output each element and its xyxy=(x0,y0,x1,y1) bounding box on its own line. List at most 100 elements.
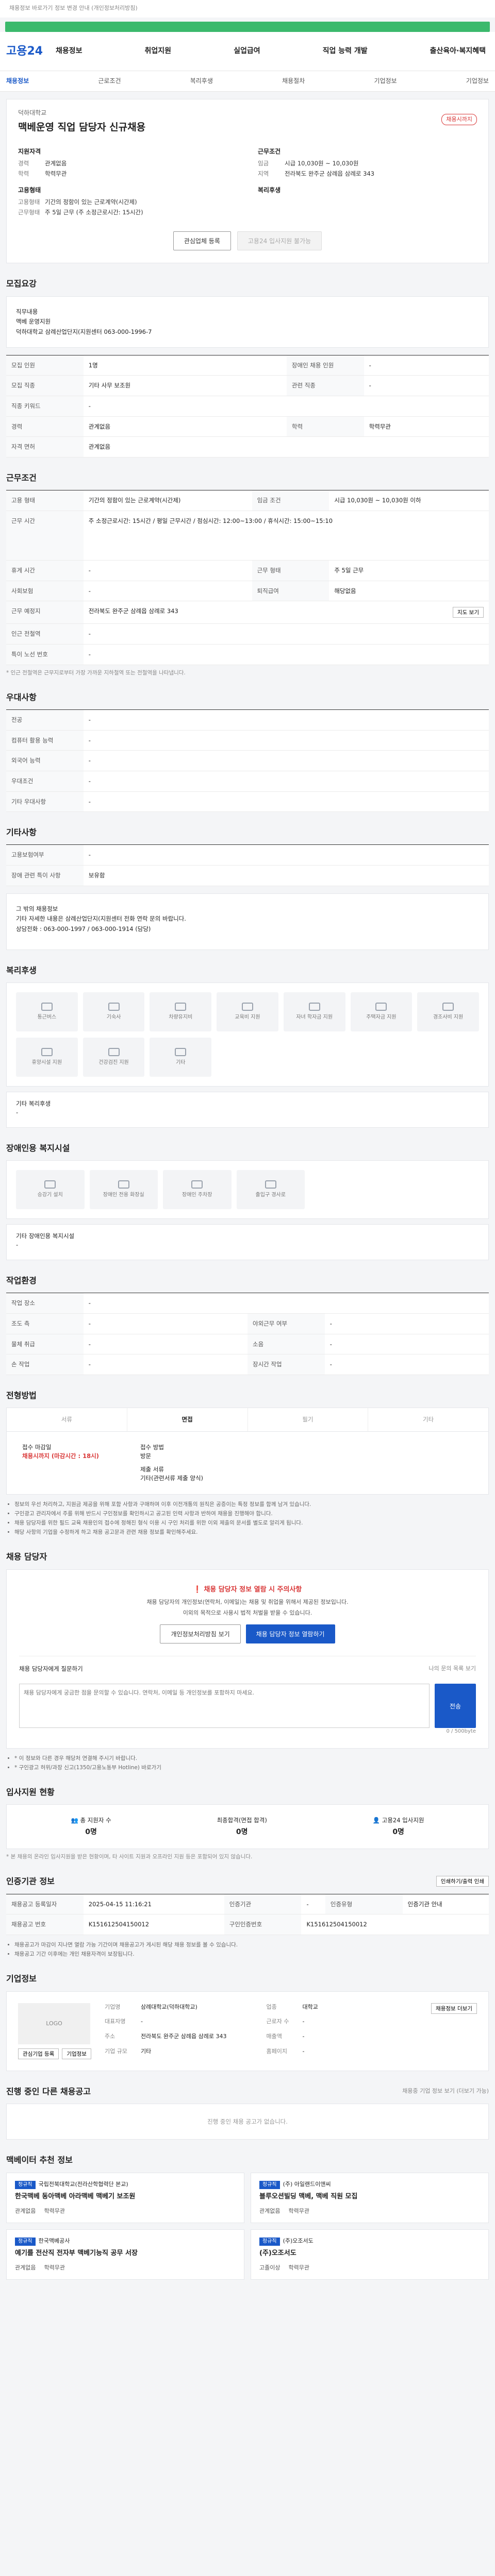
list-item: 채용 담당자를 위한 필드 교육 채용인의 접수에 정해진 형식 이용 시 구인… xyxy=(14,1519,487,1527)
qna-list-link[interactable]: 나의 문의 목록 보기 xyxy=(429,1665,476,1673)
row-key: 임금 조건 xyxy=(252,490,329,511)
row-key: 기타 우대사항 xyxy=(6,791,84,812)
welfare-item: 자녀 학자금 지원 xyxy=(283,992,345,1031)
rec-org: (주)오조서도 xyxy=(283,2237,314,2244)
etc-text: 상담전화 : 063-000-1997 / 063-000-1914 (담당) xyxy=(16,925,151,933)
nav-item[interactable]: 채용정보 xyxy=(53,46,86,56)
table-row: 고용 형태 기간의 정함이 있는 근로계약(시간제) 임금 조건 시급 10,030원… xyxy=(6,490,489,511)
row-value: - xyxy=(83,1334,248,1355)
table-row: 조도 측 - 야외근무 여부 - xyxy=(6,1313,489,1334)
status-item: 최종합격(면접 합격) 0명 xyxy=(217,1816,267,1837)
alert-icon: ❗ xyxy=(193,1585,204,1594)
tab-welfare[interactable]: 복리후생 xyxy=(190,77,213,86)
more-jobs-button[interactable]: 채용정보 더보기 xyxy=(431,2003,477,2014)
row-key: 인근 전철역 xyxy=(6,623,84,645)
row-value: - xyxy=(364,355,489,376)
health-icon xyxy=(108,1047,120,1056)
tab-company[interactable]: 기업정보 xyxy=(374,77,397,86)
row-value: 주 소정근로시간: 15시간 / 평일 근무시간 / 점심시간: 12:00~1… xyxy=(83,511,489,561)
summary-title: 지원자격 xyxy=(18,147,41,155)
interest-button[interactable]: 관심업체 등록 xyxy=(173,231,231,251)
tab-written[interactable]: 필기 xyxy=(248,1408,369,1431)
tab-recruit[interactable]: 채용정보 xyxy=(6,77,29,86)
show-contact-button[interactable]: 채용 담당자 정보 열람하기 xyxy=(245,1624,335,1644)
map-button[interactable]: 지도 보기 xyxy=(453,607,484,618)
table-row: 근무 예정지 전라북도 완주군 삼례읍 삼례로 343 지도 보기 xyxy=(6,601,489,624)
info-value: - xyxy=(302,2033,305,2040)
row-key: 학력 xyxy=(286,416,364,437)
print-button[interactable]: 인쇄하기/출력 인쇄 xyxy=(436,1876,489,1887)
info-value: 전라북도 완주군 삼례읍 삼례로 343 xyxy=(140,2033,227,2040)
table-row: 손 작업 - 장시간 작업 - xyxy=(6,1354,489,1376)
row-value: - xyxy=(83,1354,248,1376)
list-item: 구인광고 관리자에서 주를 위해 반드시 구인정보를 확인하시고 공고된 인력 … xyxy=(14,1510,487,1518)
welfare-label: 휴양시설 지원 xyxy=(31,1059,62,1065)
row-key: 퇴직급여 xyxy=(252,581,329,602)
rec-org: (주) 아일랜드이앤씨 xyxy=(283,2180,331,2188)
tab-interview[interactable]: 면접 xyxy=(127,1408,248,1431)
rec-org: 한국맥베공사 xyxy=(38,2237,70,2244)
qna-textarea[interactable] xyxy=(19,1684,430,1728)
extra-title: 기타 장애인용 복지시설 xyxy=(16,1232,75,1240)
docs-label: 제출 서류 xyxy=(140,1466,164,1473)
welfare-item: 건강검진 지원 xyxy=(82,1038,145,1077)
rec-meta: 관계없음 xyxy=(259,2207,280,2214)
recommend-card[interactable]: 정규직 국립전북대학교(전라산학협력단 본교) 한국맥베 동아맥베 아라맥베 맥베… xyxy=(6,2172,244,2223)
tab-document[interactable]: 서류 xyxy=(7,1408,127,1431)
facility-label: 승강기 설치 xyxy=(37,1192,63,1198)
company-detail-button[interactable]: 기업정보 xyxy=(62,2048,91,2059)
byte-counter: 0 / 500byte xyxy=(446,1728,476,1735)
tab-process[interactable]: 채용절차 xyxy=(282,77,305,86)
tab-conditions[interactable]: 근로조건 xyxy=(98,77,121,86)
row-value: 인증기관 안내 xyxy=(402,1894,489,1915)
welfare-label: 기타 xyxy=(176,1059,186,1065)
recruit-table: 모집 인원 1명 장애인 채용 인원 - 모집 직종 기타 사무 보조원 관련 직종 - 직… xyxy=(6,354,489,457)
info-value: - xyxy=(302,2018,305,2025)
table-row: 외국어 능력 - xyxy=(6,750,489,771)
table-row: 특이 노선 번호 - xyxy=(6,644,489,665)
info-value: 대학교 xyxy=(302,2003,318,2010)
nav-item[interactable]: 직업 능력 개발 xyxy=(320,46,371,56)
recommend-card[interactable]: 정규직 (주) 아일랜드이앤씨 블루오션빌딩 맥베, 맥베 직원 모집 관계없음 학… xyxy=(251,2172,489,2223)
row-value: - xyxy=(83,709,489,731)
list-item: 해당 사항의 기업을 수정하게 하고 채용 공고문과 관련 채용 정보를 확인해… xyxy=(14,1529,487,1536)
etc-icon xyxy=(175,1047,187,1056)
nav-item[interactable]: 출산육아·복지혜택 xyxy=(427,46,489,56)
docs-value: 기타(관련서류 제출 양식) xyxy=(140,1474,204,1482)
recommend-card[interactable]: 정규직 한국맥베공사 예기를 전산직 전자부 맥베기능직 공무 서장 관계없음 학력… xyxy=(6,2229,244,2280)
table-row: 기타 우대사항 - xyxy=(6,791,489,812)
row-key: 외국어 능력 xyxy=(6,750,84,771)
kv-value: 시급 10,030원 ~ 10,030원 xyxy=(285,160,359,167)
bus-icon xyxy=(41,1002,53,1011)
nav-item[interactable]: 실업급여 xyxy=(230,46,263,56)
table-row: 인근 전철역 - xyxy=(6,623,489,645)
table-row: 근무 시간 주 소정근로시간: 15시간 / 평일 근무시간 / 점심시간: 12… xyxy=(6,511,489,561)
company-interest-button[interactable]: 관심기업 등록 xyxy=(18,2048,59,2059)
nav-item[interactable]: 취업지원 xyxy=(142,46,175,56)
info-key: 홈페이지 xyxy=(266,2047,287,2055)
rec-meta: 학력무관 xyxy=(288,2264,309,2272)
table-row: 자격 면허 관계없음 xyxy=(6,436,489,457)
status-label: 최종합격(면접 합격) xyxy=(217,1817,267,1824)
contact-notes: * 이 정보와 다른 경우 해당처 연결해 주시기 바랍니다. * 구인광고 허… xyxy=(8,1755,487,1772)
list-item[interactable]: * 구인광고 허위/과장 신고(1350/고용노동부 Hotline) 바로가기 xyxy=(14,1764,487,1772)
row-key: 물체 취급 xyxy=(6,1334,84,1355)
rec-meta: 학력무관 xyxy=(288,2207,309,2214)
tab-company-2[interactable]: 기업정보 xyxy=(466,77,489,86)
row-value: 관계없음 xyxy=(83,416,287,437)
cert-table: 채용공고 등록일자 2025-04-15 11:16:21 인증기관 - 인증유형 인… xyxy=(6,1893,489,1935)
logo[interactable]: 고용24 xyxy=(6,43,53,60)
row-value: 1명 xyxy=(83,355,287,376)
company-logo: LOGO xyxy=(18,2003,90,2044)
elevator-icon xyxy=(44,1180,56,1189)
send-button[interactable]: 전송 xyxy=(435,1684,476,1728)
summary-title: 고용형태 xyxy=(18,186,41,194)
method-tabs: 서류 면접 필기 기타 xyxy=(6,1408,489,1432)
tab-other[interactable]: 기타 xyxy=(368,1408,488,1431)
privacy-button[interactable]: 개인정보처리방침 보기 xyxy=(160,1624,241,1644)
apply-button[interactable]: 고용24 입사지원 불가능 xyxy=(237,231,322,251)
recommend-card[interactable]: 정규직 (주)오조서도 (주)오조서도 고졸이상 학력무관 xyxy=(251,2229,489,2280)
info-value: - xyxy=(140,2018,143,2025)
kv-key: 근무형태 xyxy=(18,208,40,216)
tag-badge: 정규직 xyxy=(259,2237,280,2246)
